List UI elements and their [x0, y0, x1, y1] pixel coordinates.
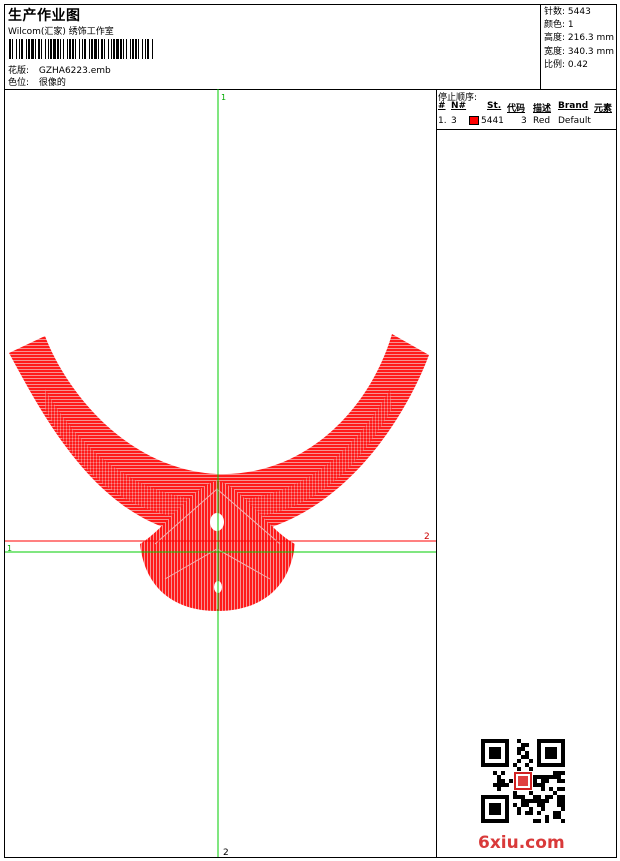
- horizontal-axis-right-label: 2: [424, 532, 430, 542]
- design-canvas[interactable]: 1 2 1 2: [5, 89, 437, 858]
- watermark-logo: 6xiu.com: [478, 833, 565, 853]
- col-element: 元素: [594, 104, 613, 114]
- studio-name: Wilcom(汇家) 绣饰工作室: [8, 27, 114, 37]
- colorway-value: 很像的: [38, 78, 66, 88]
- col-brand: Brand: [558, 101, 589, 111]
- barcode-icon: [9, 39, 153, 59]
- horizontal-axis-left-label: 1: [7, 544, 12, 553]
- stat-scale: 比例: 0.42: [544, 59, 588, 70]
- row-description: Red: [533, 116, 551, 126]
- stat-height: 高度: 216.3 mm: [544, 33, 615, 44]
- upper-eyelet: [210, 513, 224, 531]
- qr-code-icon[interactable]: [481, 739, 565, 823]
- colorway-row: 色位: 很像的: [8, 75, 66, 88]
- stop-sequence-panel: 停止顺序: # N# St. 代码 描述 Brand 元素 1. 3 5441 …: [437, 89, 616, 857]
- stat-colors: 颜色: 1: [544, 20, 574, 31]
- row-brand: Default: [558, 116, 591, 126]
- col-needle: N#: [451, 101, 467, 111]
- header-info: 生产作业图 Wilcom(汇家) 绣饰工作室 花版: GZHA6223.emb …: [5, 5, 540, 89]
- stats-panel: 针数: 5443 颜色: 1 高度: 216.3 mm 宽度: 340.3 mm…: [540, 5, 616, 89]
- row-code: 3: [521, 116, 527, 126]
- vertical-axis-bottom-label: 2: [223, 848, 229, 857]
- colorway-label: 色位:: [8, 78, 30, 88]
- col-description: 描述: [533, 104, 552, 114]
- row-stitches: 5441: [481, 116, 504, 126]
- stop-sequence-row[interactable]: 1. 3 5441 3 Red Default: [437, 116, 616, 128]
- col-stitches: St.: [487, 101, 502, 111]
- row-needle: 3: [451, 116, 457, 126]
- stop-sequence-divider: [437, 129, 616, 130]
- stat-stitches: 针数: 5443: [544, 7, 591, 17]
- stop-sequence-header: # N# St. 代码 描述 Brand 元素: [437, 101, 616, 114]
- col-index: #: [438, 101, 446, 111]
- embroidery-design: [9, 334, 429, 611]
- vertical-axis-top-label: 1: [221, 93, 226, 102]
- sheet-header: 生产作业图 Wilcom(汇家) 绣饰工作室 花版: GZHA6223.emb …: [5, 5, 616, 90]
- production-sheet: 生产作业图 Wilcom(汇家) 绣饰工作室 花版: GZHA6223.emb …: [4, 4, 617, 858]
- row-index: 1.: [438, 116, 447, 126]
- col-code: 代码: [507, 104, 526, 114]
- sheet-title: 生产作业图: [8, 8, 81, 24]
- stat-width: 宽度: 340.3 mm: [544, 46, 615, 57]
- embroidery-preview: 1 2 1 2: [5, 89, 436, 858]
